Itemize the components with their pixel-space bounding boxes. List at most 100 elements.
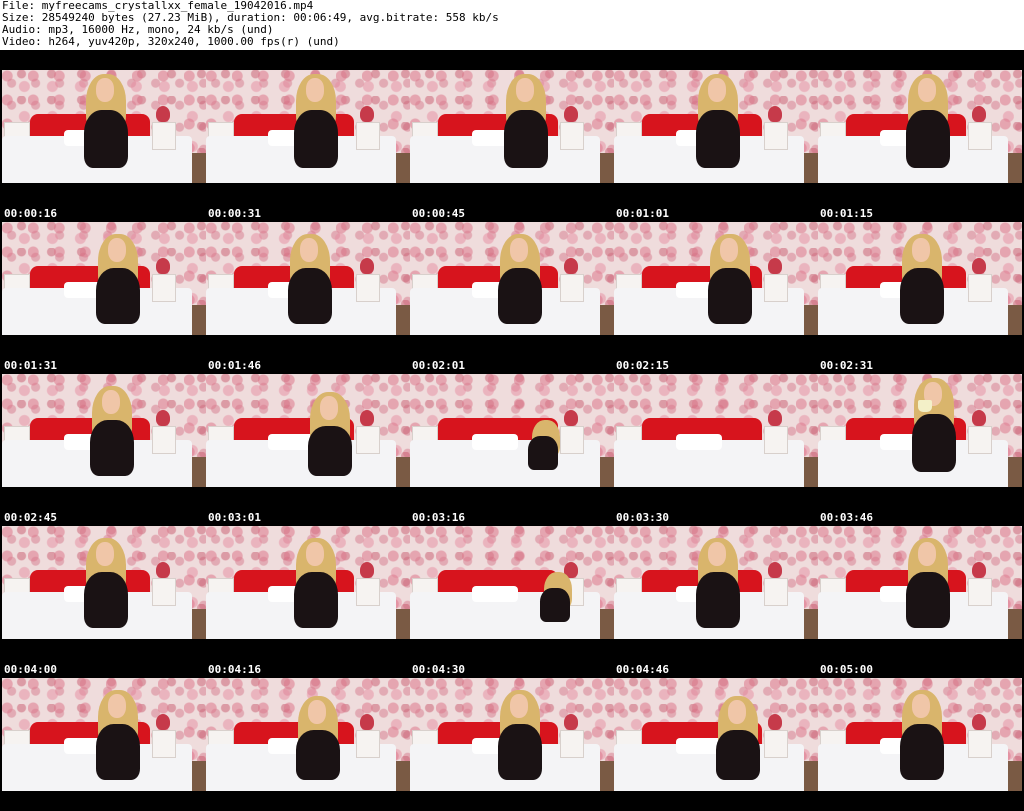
video-frame [206,526,410,639]
torso [912,414,956,472]
thumbnail-cell: 00:04:46 [614,526,818,678]
timestamp-label: 00:00:45 [412,207,465,220]
person-figure [818,222,1022,335]
video-frame [206,678,410,791]
thumbnail-cell: 00:05:46 [410,678,614,811]
person-figure [206,222,410,335]
torso [308,426,352,476]
thumbnail-cell: 00:04:00 [2,526,206,678]
torso [96,724,140,780]
video-frame [818,526,1022,639]
timestamp-label: 00:04:46 [616,663,669,676]
face [102,390,120,414]
face [320,396,338,420]
torso [708,268,752,324]
thumbnail-cell: 00:05:30 [206,678,410,811]
person-figure [410,70,614,183]
thumbnail-cell: 00:03:30 [614,374,818,526]
thumbnail-cell: 00:06:16 [818,678,1022,811]
timestamp-label: 00:03:46 [820,511,873,524]
nightstand [764,426,788,454]
torso [296,730,340,780]
torso [528,436,558,470]
video-frame [206,374,410,487]
timestamp-label: 00:02:01 [412,359,465,372]
torso [288,268,332,324]
video-frame [410,374,614,487]
pillow [676,434,722,450]
torso [294,110,338,168]
timestamp-label: 00:02:31 [820,359,873,372]
face [510,238,528,262]
torso [906,572,950,628]
torso [696,572,740,628]
thumbnail-cell: 00:04:16 [206,526,410,678]
torso [498,724,542,780]
person-figure [410,526,614,639]
video-frame [818,678,1022,791]
person-figure [614,222,818,335]
video-frame [206,222,410,335]
timestamp-label: 00:00:31 [208,207,261,220]
timestamp-label: 00:00:16 [4,207,57,220]
video-frame [2,70,206,183]
thumbnail-cell: 00:01:15 [818,70,1022,222]
person-figure [614,678,818,791]
thumbnail-cell: 00:02:01 [410,222,614,374]
face [308,700,326,724]
thumbnail-cell: 00:01:31 [2,222,206,374]
video-frame [614,374,818,487]
video-frame [2,222,206,335]
person-figure [614,526,818,639]
header-info: File: myfreecams_crystallxx_female_19042… [0,0,1024,48]
torso [540,588,570,622]
person-figure [614,70,818,183]
thumbnail-cell: 00:02:45 [2,374,206,526]
person-figure [2,678,206,791]
thumbnail-cell: 00:00:16 [2,70,206,222]
person-figure [818,678,1022,791]
person-figure [2,374,206,487]
video-frame [410,222,614,335]
face [708,542,726,566]
video-frame [2,678,206,791]
torso [504,110,548,168]
video-frame [614,70,818,183]
torso [84,110,128,168]
video-frame [818,222,1022,335]
thumbnail-cell: 00:02:15 [614,222,818,374]
thumbnail-cell: 00:00:45 [410,70,614,222]
person-figure [410,222,614,335]
person-figure [2,526,206,639]
video-frame [614,678,818,791]
thumbnail-cell: 00:03:46 [818,374,1022,526]
timestamp-label: 00:01:46 [208,359,261,372]
torso [90,420,134,476]
thumbnail-cell: 00:03:01 [206,374,410,526]
timestamp-label: 00:04:16 [208,663,261,676]
face [912,694,930,718]
timestamp-label: 00:01:15 [820,207,873,220]
cup-icon [918,400,932,412]
face [108,694,126,718]
person-figure [2,70,206,183]
person-figure [2,222,206,335]
thumbnail-cell: 00:03:16 [410,374,614,526]
torso [696,110,740,168]
torso [294,572,338,628]
person-figure [818,70,1022,183]
face [510,694,528,718]
timestamp-label: 00:02:15 [616,359,669,372]
timestamp-label: 00:01:31 [4,359,57,372]
video-frame [614,222,818,335]
person-figure [410,374,614,487]
video-frame [614,526,818,639]
torso [96,268,140,324]
thumbnail-grid: 00:00:16 00:00:31 00:00:45 00:01:01 00:01:15… [0,50,1024,811]
video-frame [818,374,1022,487]
thumbnail-cell: 00:01:46 [206,222,410,374]
video-frame [410,678,614,791]
lamp-icon [768,410,782,426]
face [912,238,930,262]
thumbnail-cell: 00:01:01 [614,70,818,222]
